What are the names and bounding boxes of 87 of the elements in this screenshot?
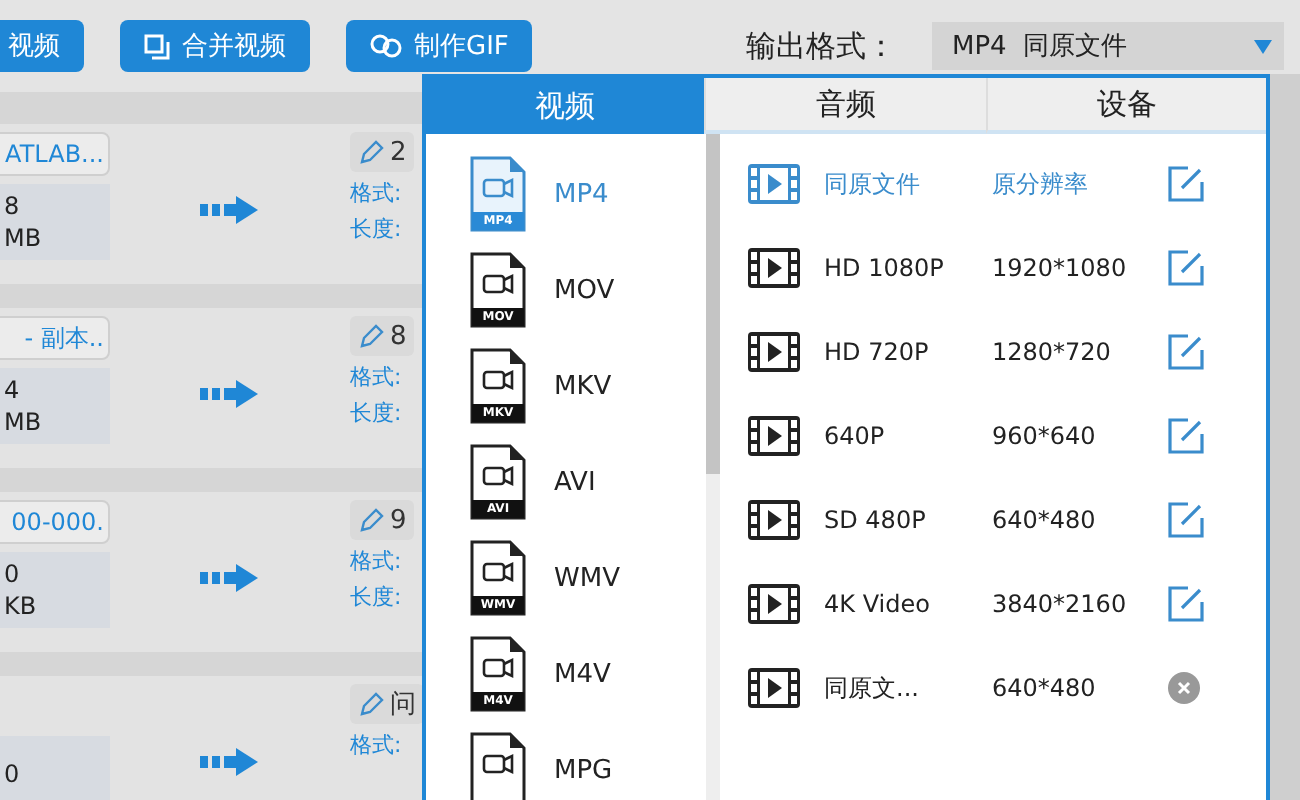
preset-name: HD 720P: [824, 338, 931, 366]
file-info-text: 0: [4, 760, 22, 788]
preset-row[interactable]: HD 1080P 1920*1080: [748, 226, 1266, 310]
preset-row[interactable]: 640P 960*640: [748, 394, 1266, 478]
preset-resolution: 1920*1080: [992, 254, 1129, 282]
pencil-icon: [358, 139, 384, 165]
preset-resolution: 640*480: [992, 674, 1098, 702]
video-file-icon: [470, 156, 526, 232]
arrow-icon: [200, 196, 260, 224]
format-label: 格式:: [350, 362, 404, 392]
edit-icon[interactable]: [1168, 334, 1204, 370]
category-tab[interactable]: 音频: [704, 78, 986, 134]
preset-name: HD 1080P: [824, 254, 946, 282]
file-size-text: KB: [4, 592, 39, 620]
film-icon: [748, 416, 800, 456]
copy-icon: [144, 33, 170, 59]
format-label: 格式:: [350, 178, 404, 208]
format-name: MPG: [554, 755, 613, 785]
film-icon: [748, 332, 800, 372]
arrow-icon: [200, 380, 260, 408]
edit-icon[interactable]: [1168, 166, 1204, 202]
preset-row[interactable]: HD 720P 1280*720: [748, 310, 1266, 394]
format-item[interactable]: MPG: [426, 722, 706, 800]
format-name: WMV: [554, 563, 620, 593]
preset-row[interactable]: 同原文件 原分辨率: [748, 142, 1266, 226]
output-name[interactable]: 2: [350, 132, 415, 172]
preset-resolution: 1280*720: [992, 338, 1113, 366]
film-icon: [748, 500, 800, 540]
format-name: MP4: [554, 179, 609, 209]
output-format-dropdown[interactable]: MP4 同原文件: [932, 22, 1284, 70]
category-tab[interactable]: 设备: [985, 78, 1266, 134]
film-icon: [748, 668, 800, 708]
toolbar-button[interactable]: 制作GIF: [346, 20, 533, 72]
file-info-text: 8: [4, 192, 22, 220]
video-file-icon: [470, 444, 526, 520]
arrow-icon: [200, 564, 260, 592]
preset-name: 同原文件: [824, 167, 922, 201]
video-file-icon: [470, 348, 526, 424]
toolbar-button[interactable]: 视频: [0, 20, 84, 72]
toolbar-button[interactable]: 合并视频: [120, 20, 310, 72]
format-name: MKV: [554, 371, 612, 401]
pencil-icon: [358, 507, 384, 533]
length-label: 长度:: [350, 582, 404, 612]
preset-row[interactable]: 同原文... 640*480: [748, 646, 1266, 730]
length-label: 长度:: [350, 398, 404, 428]
arrow-icon: [200, 748, 260, 776]
preset-name: 4K Video: [824, 590, 932, 618]
preset-row[interactable]: 4K Video 3840*2160: [748, 562, 1266, 646]
film-icon: [748, 248, 800, 288]
preset-row[interactable]: SD 480P 640*480: [748, 478, 1266, 562]
film-icon: [748, 584, 800, 624]
preset-resolution: 3840*2160: [992, 590, 1129, 618]
preset-resolution: 原分辨率: [992, 167, 1090, 201]
scrollbar-thumb[interactable]: [706, 134, 720, 474]
edit-icon[interactable]: [1168, 250, 1204, 286]
output-name[interactable]: 8: [350, 316, 415, 356]
format-label: 格式:: [350, 546, 404, 576]
format-name: M4V: [554, 659, 611, 689]
format-label: 格式:: [350, 730, 404, 760]
video-file-icon: [470, 636, 526, 712]
output-name[interactable]: 问: [350, 684, 424, 724]
video-file-icon: [470, 540, 526, 616]
file-size-text: MB: [4, 224, 44, 252]
length-label: 长度:: [350, 214, 404, 244]
format-name: MOV: [554, 275, 615, 305]
close-icon[interactable]: [1168, 672, 1200, 704]
edit-icon[interactable]: [1168, 502, 1204, 538]
preset-name: 640P: [824, 422, 887, 450]
pencil-icon: [358, 691, 384, 717]
edit-icon[interactable]: [1168, 586, 1204, 622]
preset-resolution: 640*480: [992, 506, 1098, 534]
video-file-icon: [470, 252, 526, 328]
format-name: AVI: [554, 467, 596, 497]
pencil-icon: [358, 323, 384, 349]
rings-icon: [370, 34, 402, 58]
preset-resolution: 960*640: [992, 422, 1098, 450]
film-icon: [748, 164, 800, 204]
preset-name: SD 480P: [824, 506, 928, 534]
output-format-label: 输出格式：: [746, 27, 896, 65]
file-info-text: 0: [4, 560, 22, 588]
file-size-text: MB: [4, 408, 44, 436]
category-tab[interactable]: 视频: [426, 78, 705, 134]
preset-name: 同原文...: [824, 671, 921, 705]
file-info-text: 4: [4, 376, 22, 404]
dropdown-caret-icon: [1254, 39, 1272, 53]
output-name[interactable]: 9: [350, 500, 415, 540]
edit-icon[interactable]: [1168, 418, 1204, 454]
